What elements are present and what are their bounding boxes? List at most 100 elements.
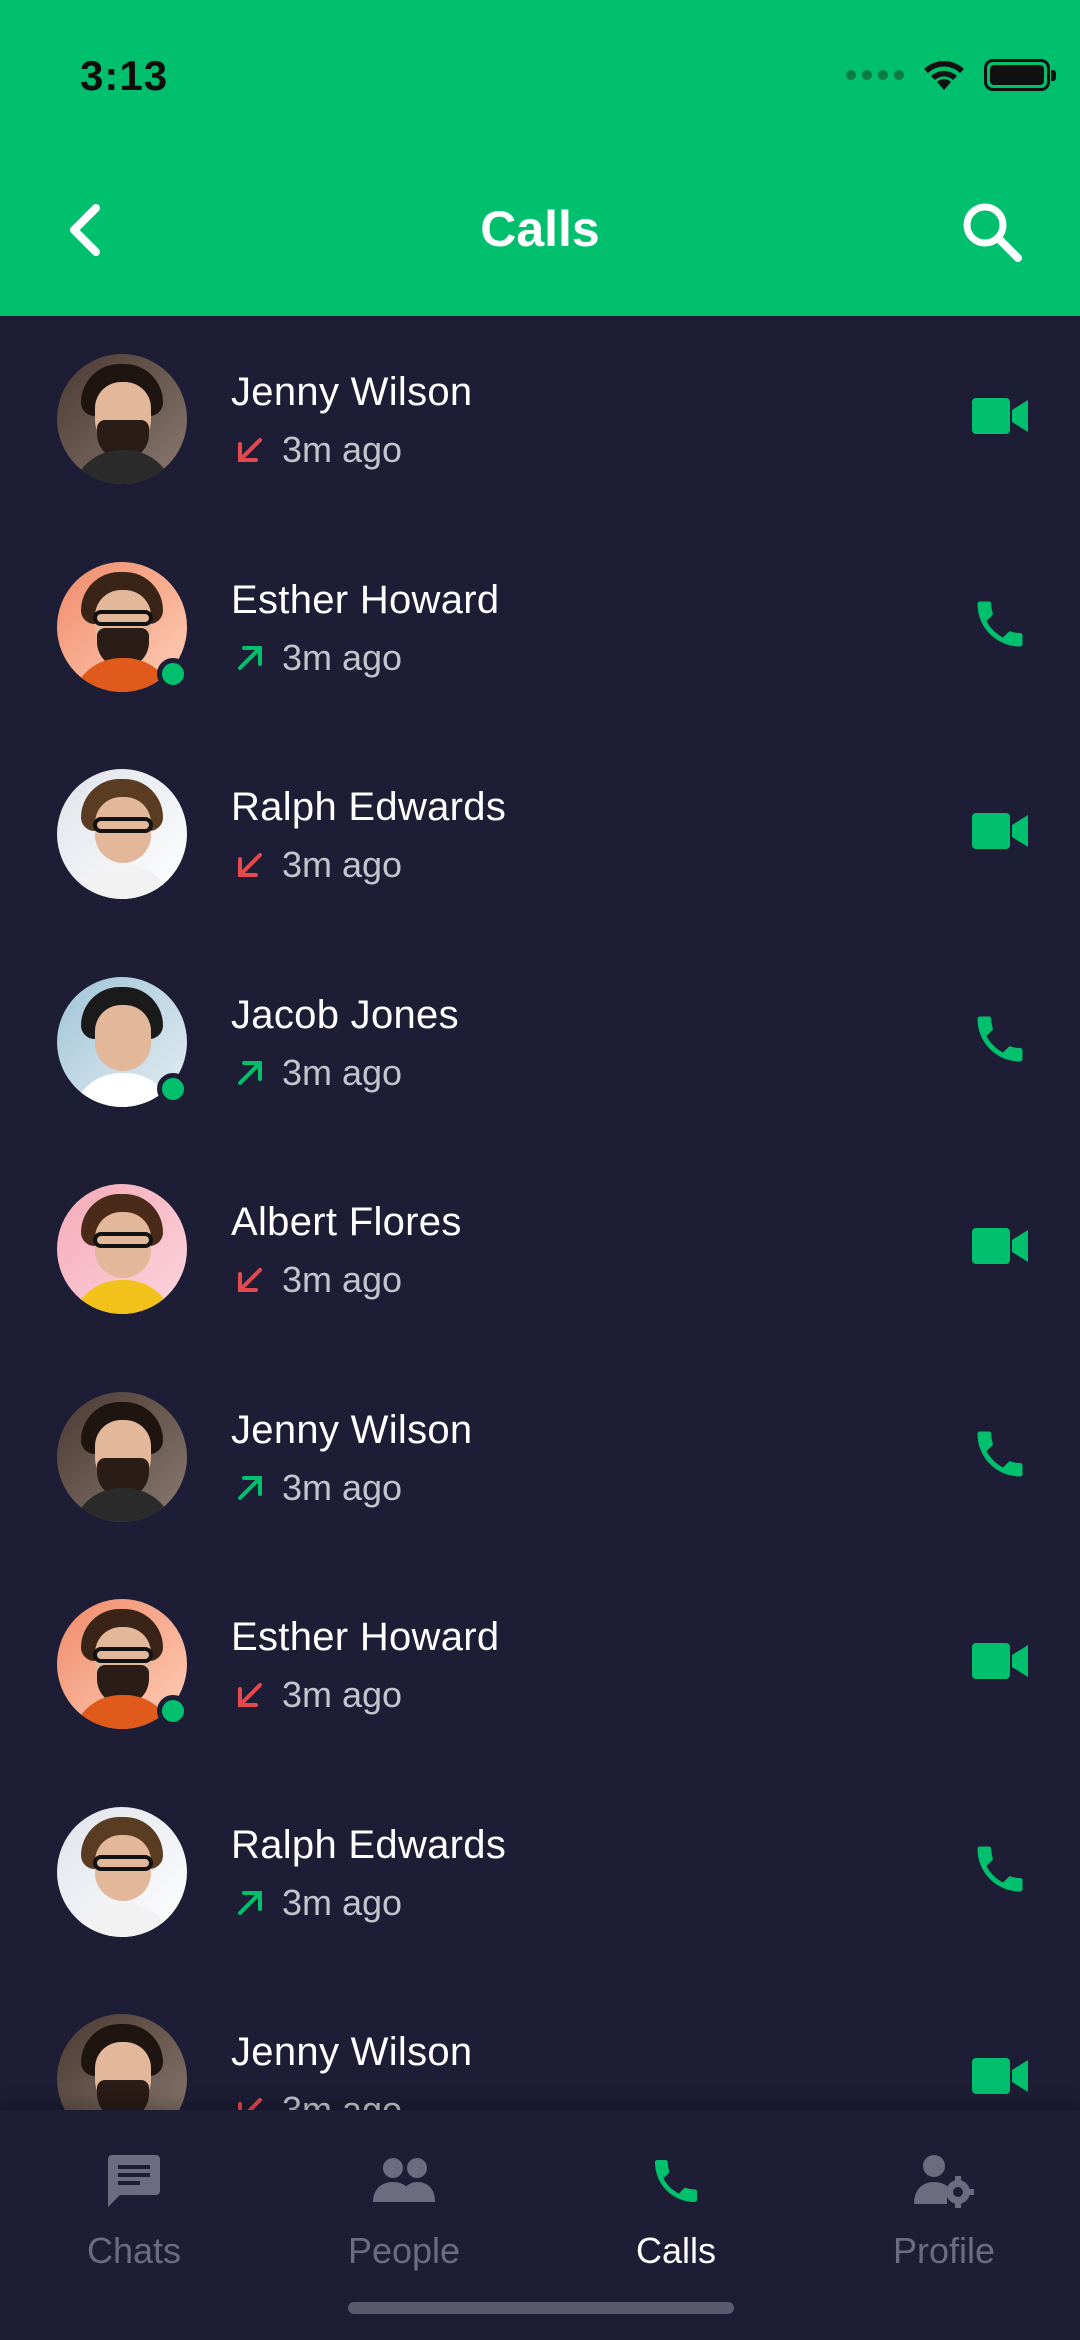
avatar-photo (57, 354, 187, 484)
cellular-signal-icon (846, 70, 904, 80)
call-time: 3m ago (282, 2089, 403, 2110)
voice-call-button[interactable] (960, 584, 1040, 664)
voice-call-icon (977, 601, 1023, 646)
profile-settings-icon (914, 2155, 974, 2208)
avatar[interactable] (57, 354, 187, 484)
status-time: 3:13 (80, 52, 169, 99)
avatar[interactable] (57, 561, 189, 692)
voice-call-icon (977, 1431, 1023, 1476)
call-row[interactable]: Albert Flores 3m ago (0, 1146, 1080, 1354)
call-time: 3m ago (282, 1881, 403, 1923)
avatar[interactable] (57, 2014, 187, 2110)
video-call-icon (972, 1643, 1028, 1679)
avatar-photo (57, 769, 187, 899)
video-call-button[interactable] (960, 1621, 1040, 1701)
avatar-photo (57, 2014, 187, 2110)
online-status-dot (157, 1695, 189, 1727)
outgoing-call-arrow-icon (238, 1060, 262, 1085)
call-time: 3m ago (282, 1674, 403, 1715)
phone-icon (655, 2160, 697, 2202)
video-call-icon (972, 2058, 1028, 2094)
call-row[interactable]: Jenny Wilson 3m ago (0, 1354, 1080, 1562)
outgoing-call-arrow-icon (238, 1890, 262, 1915)
contact-name: Jacob Jones (231, 992, 459, 1037)
call-list: Jenny Wilson 3m ago Esther Howard 3m ago Ral… (0, 316, 1080, 2110)
page-title: Calls (480, 201, 600, 257)
call-time: 3m ago (282, 1051, 403, 1093)
call-meta: 3m ago (234, 637, 402, 679)
tab-label: Chats (86, 2230, 182, 2271)
voice-call-button[interactable] (960, 1414, 1040, 1494)
online-status-dot (157, 657, 189, 690)
call-meta: 3m ago (234, 844, 402, 886)
search-icon[interactable] (960, 200, 1024, 264)
chat-icon (108, 2155, 160, 2207)
call-row[interactable]: Esther Howard 3m ago (0, 1561, 1080, 1769)
tab-label: People (347, 2230, 461, 2271)
missed-call-arrow-icon (238, 853, 262, 877)
contact-name: Esther Howard (231, 1615, 500, 1659)
battery-icon (984, 59, 1056, 91)
call-time: 3m ago (282, 844, 403, 885)
voice-call-icon (977, 1016, 1023, 1061)
voice-call-button[interactable] (960, 999, 1040, 1079)
call-row[interactable]: Ralph Edwards 3m ago (0, 1769, 1080, 1977)
avatar[interactable] (57, 976, 189, 1107)
avatar[interactable] (57, 769, 187, 899)
contact-name: Jenny Wilson (231, 2030, 473, 2074)
call-time: 3m ago (282, 1259, 403, 1300)
home-indicator[interactable] (348, 2302, 734, 2314)
video-call-button[interactable] (960, 1206, 1040, 1286)
call-time: 3m ago (282, 636, 403, 678)
call-row[interactable]: Ralph Edwards 3m ago (0, 731, 1080, 939)
call-row[interactable]: Esther Howard 3m ago (0, 524, 1080, 732)
contact-name: Jenny Wilson (231, 1407, 473, 1452)
missed-call-arrow-icon (238, 1268, 262, 1292)
avatar-photo (57, 1391, 187, 1522)
avatar-photo (57, 1184, 187, 1314)
voice-call-icon (977, 1846, 1023, 1891)
avatar[interactable] (57, 1599, 189, 1729)
avatar[interactable] (57, 1806, 187, 1937)
contact-name: Esther Howard (231, 577, 500, 622)
call-row[interactable]: Jacob Jones 3m ago (0, 939, 1080, 1147)
call-meta: 3m ago (234, 1467, 402, 1509)
missed-call-arrow-icon (238, 438, 262, 462)
avatar[interactable] (57, 1184, 187, 1314)
tab-people[interactable]: People (294, 2146, 514, 2272)
missed-call-arrow-icon (238, 1683, 262, 1707)
tab-chats[interactable]: Chats (24, 2146, 244, 2272)
tab-profile[interactable]: Profile (834, 2146, 1054, 2272)
video-call-button[interactable] (960, 791, 1040, 871)
call-meta: 3m ago (234, 1674, 402, 1716)
contact-name: Jenny Wilson (231, 370, 473, 414)
wifi-icon (924, 61, 964, 90)
call-meta: 3m ago (234, 1259, 402, 1301)
call-meta: 3m ago (234, 1882, 402, 1924)
status-icons (846, 58, 1056, 92)
avatar[interactable] (57, 1391, 187, 1522)
avatar-photo (57, 1806, 187, 1937)
contact-name: Ralph Edwards (231, 785, 507, 829)
tab-label: Calls (635, 2230, 716, 2271)
call-meta: 3m ago (234, 429, 402, 471)
outgoing-call-arrow-icon (238, 1475, 262, 1500)
video-call-button[interactable] (960, 376, 1040, 456)
outgoing-call-arrow-icon (238, 645, 262, 670)
people-icon (373, 2158, 435, 2202)
app-header: 3:13 Calls (0, 0, 1080, 316)
call-row[interactable]: Jenny Wilson 3m ago (0, 1976, 1080, 2110)
tab-calls[interactable]: Calls (566, 2146, 786, 2272)
video-call-button[interactable] (960, 2036, 1040, 2110)
missed-call-arrow-icon (238, 2098, 262, 2110)
call-row[interactable]: Jenny Wilson 3m ago (0, 316, 1080, 524)
call-meta: 3m ago (234, 1052, 402, 1094)
call-time: 3m ago (282, 429, 403, 470)
call-time: 3m ago (282, 1466, 403, 1508)
voice-call-button[interactable] (960, 1829, 1040, 1909)
contact-name: Albert Flores (231, 1200, 462, 1244)
video-call-icon (972, 813, 1028, 849)
tab-label: Profile (892, 2230, 996, 2271)
contact-name: Ralph Edwards (231, 1822, 507, 1867)
online-status-dot (157, 1072, 189, 1105)
